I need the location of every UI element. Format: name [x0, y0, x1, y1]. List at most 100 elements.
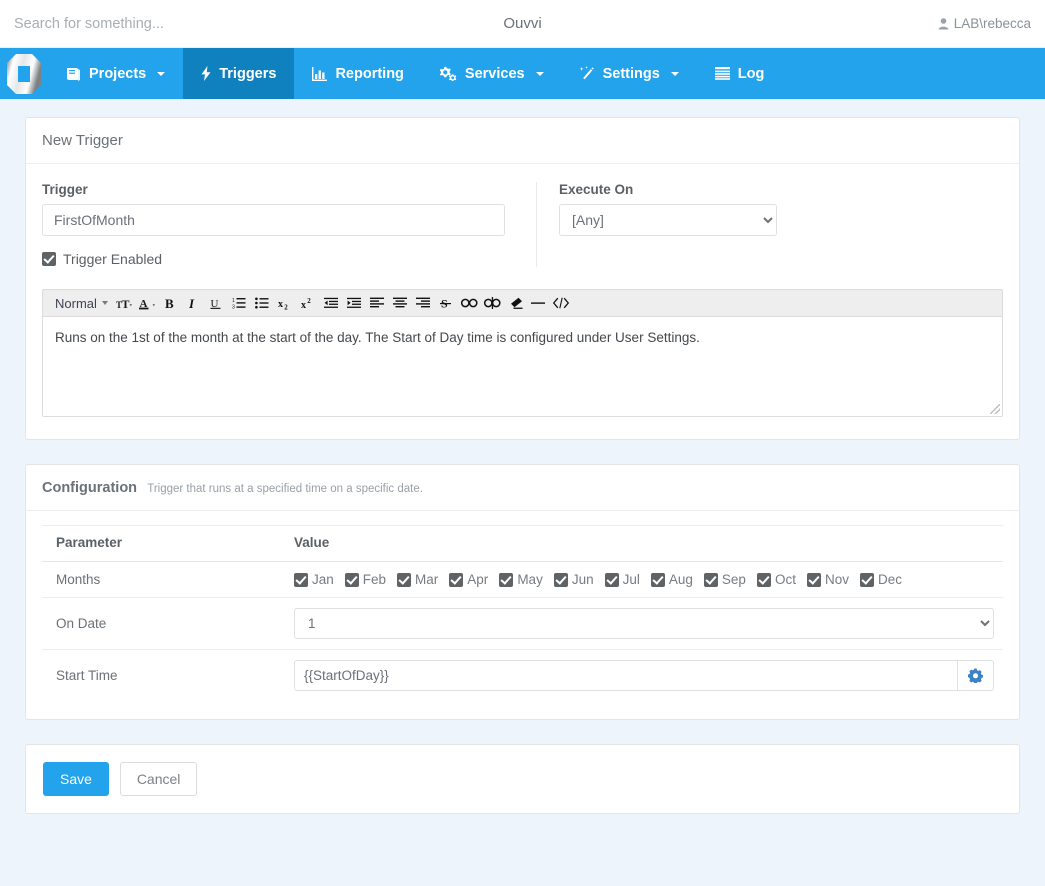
- main-navigation: Projects Triggers Reporting Services Set…: [0, 48, 1045, 99]
- page-content: New Trigger Trigger Trigger Enabled Exec…: [0, 99, 1045, 815]
- param-value-months: Jan Feb Mar Apr May Jun Jul Aug Sep Oct: [280, 561, 1003, 598]
- text-color-icon[interactable]: A: [137, 292, 158, 314]
- new-trigger-panel: New Trigger Trigger Trigger Enabled Exec…: [25, 117, 1020, 440]
- checkbox-may[interactable]: [499, 572, 514, 587]
- month-checkbox-jan[interactable]: Jan: [294, 572, 334, 587]
- editor-resize-handle[interactable]: [990, 404, 1000, 414]
- on-date-select[interactable]: 1: [294, 608, 994, 639]
- svg-text:T: T: [121, 297, 129, 310]
- superscript-icon[interactable]: x2: [298, 292, 319, 314]
- checkbox-jan[interactable]: [294, 572, 308, 587]
- align-right-icon[interactable]: [413, 292, 434, 314]
- table-row: Start Time: [42, 650, 1003, 702]
- code-icon[interactable]: [551, 292, 572, 314]
- underline-icon[interactable]: U: [206, 292, 227, 314]
- start-time-input[interactable]: [294, 660, 957, 691]
- month-checkbox-aug[interactable]: Aug: [650, 572, 693, 587]
- execute-on-select[interactable]: [Any]: [559, 204, 777, 236]
- unordered-list-icon[interactable]: [252, 292, 273, 314]
- nav-label-services: Services: [464, 65, 525, 82]
- table-row: On Date 1: [42, 597, 1003, 650]
- checkbox-dec[interactable]: [859, 572, 874, 587]
- nav-item-triggers[interactable]: Triggers: [183, 48, 295, 99]
- svg-text:x: x: [301, 300, 306, 310]
- trigger-name-column: Trigger Trigger Enabled: [42, 182, 537, 267]
- font-size-icon[interactable]: TT: [114, 292, 135, 314]
- checkbox-nov[interactable]: [806, 572, 821, 587]
- page-title: New Trigger: [42, 132, 123, 149]
- month-checkbox-jul[interactable]: Jul: [604, 572, 640, 587]
- configuration-title: Configuration: [42, 480, 138, 496]
- month-label-mar: Mar: [415, 572, 439, 587]
- strikethrough-icon[interactable]: S: [436, 292, 457, 314]
- trigger-enabled-row[interactable]: Trigger Enabled: [42, 251, 518, 267]
- search-input[interactable]: [0, 0, 330, 47]
- unlink-icon[interactable]: [482, 292, 503, 314]
- user-menu[interactable]: LAB\rebecca: [938, 16, 1031, 31]
- month-label-sep: Sep: [721, 572, 746, 587]
- editor-style-dropdown[interactable]: Normal: [51, 296, 112, 311]
- chevron-down-icon: [535, 71, 544, 76]
- month-checkbox-jun[interactable]: Jun: [553, 572, 594, 587]
- checkbox-mar[interactable]: [397, 572, 412, 587]
- align-center-icon[interactable]: [390, 292, 411, 314]
- trigger-label: Trigger: [42, 182, 88, 197]
- description-editor-body[interactable]: Runs on the 1st of the month at the star…: [42, 317, 1003, 417]
- eraser-icon[interactable]: [505, 292, 526, 314]
- nav-label-reporting: Reporting: [335, 65, 404, 82]
- nav-item-reporting[interactable]: Reporting: [294, 48, 421, 99]
- param-label-months: Months: [42, 561, 280, 598]
- book-icon: [66, 67, 81, 81]
- checkbox-sep[interactable]: [703, 572, 718, 587]
- chevron-down-icon: [670, 71, 679, 76]
- checkbox-aug[interactable]: [650, 572, 665, 587]
- trigger-enabled-checkbox[interactable]: [42, 252, 56, 266]
- checkbox-jul[interactable]: [604, 572, 619, 587]
- checkbox-feb[interactable]: [344, 572, 359, 587]
- outdent-icon[interactable]: [321, 292, 342, 314]
- subscript-icon[interactable]: x2: [275, 292, 296, 314]
- month-checkbox-oct[interactable]: Oct: [756, 572, 796, 587]
- form-actions-panel: Save Cancel: [25, 744, 1020, 815]
- save-button[interactable]: Save: [43, 762, 109, 797]
- ouvvi-logo-icon[interactable]: [0, 48, 48, 99]
- chevron-down-icon: [101, 301, 108, 305]
- month-checkbox-dec[interactable]: Dec: [859, 572, 902, 587]
- start-time-input-group: [294, 660, 1003, 691]
- cancel-button[interactable]: Cancel: [119, 762, 198, 797]
- month-checkbox-feb[interactable]: Feb: [344, 572, 386, 587]
- bold-icon[interactable]: B: [160, 292, 181, 314]
- nav-item-settings[interactable]: Settings: [562, 48, 697, 99]
- trigger-form-row: Trigger Trigger Enabled Execute On [Any]: [42, 182, 1003, 267]
- ordered-list-icon[interactable]: 13: [229, 292, 250, 314]
- align-left-icon[interactable]: [367, 292, 388, 314]
- nav-label-projects: Projects: [89, 65, 147, 82]
- description-editor: Normal TT A B I U 1 3 x 2 x 2 S Runs on …: [42, 289, 1003, 417]
- link-icon[interactable]: [459, 292, 480, 314]
- month-checkbox-mar[interactable]: Mar: [397, 572, 438, 587]
- month-checkbox-sep[interactable]: Sep: [703, 572, 746, 587]
- indent-icon[interactable]: [344, 292, 365, 314]
- nav-item-services[interactable]: Services: [422, 48, 562, 99]
- gear-icon: [968, 668, 983, 683]
- checkbox-apr[interactable]: [449, 572, 464, 587]
- checkbox-jun[interactable]: [553, 572, 568, 587]
- configuration-subtitle: Trigger that runs at a specified time on…: [147, 483, 423, 495]
- nav-label-log: Log: [737, 65, 765, 82]
- start-time-settings-button[interactable]: [957, 660, 994, 691]
- bolt-icon: [201, 66, 211, 81]
- column-header-value: Value: [280, 525, 1003, 562]
- nav-item-projects[interactable]: Projects: [48, 48, 183, 99]
- checkbox-oct[interactable]: [756, 572, 771, 587]
- horizontal-rule-icon[interactable]: [528, 292, 549, 314]
- nav-item-log[interactable]: Log: [697, 48, 783, 99]
- month-label-apr: Apr: [467, 572, 489, 587]
- month-checkbox-apr[interactable]: Apr: [449, 572, 488, 587]
- trigger-name-input[interactable]: [42, 204, 505, 236]
- month-label-jul: Jul: [622, 572, 640, 587]
- execute-on-column: Execute On [Any]: [537, 182, 777, 267]
- italic-icon[interactable]: I: [183, 292, 204, 314]
- month-checkbox-nov[interactable]: Nov: [806, 572, 849, 587]
- month-checkbox-may[interactable]: May: [499, 572, 543, 587]
- param-value-start-time: [280, 650, 1003, 702]
